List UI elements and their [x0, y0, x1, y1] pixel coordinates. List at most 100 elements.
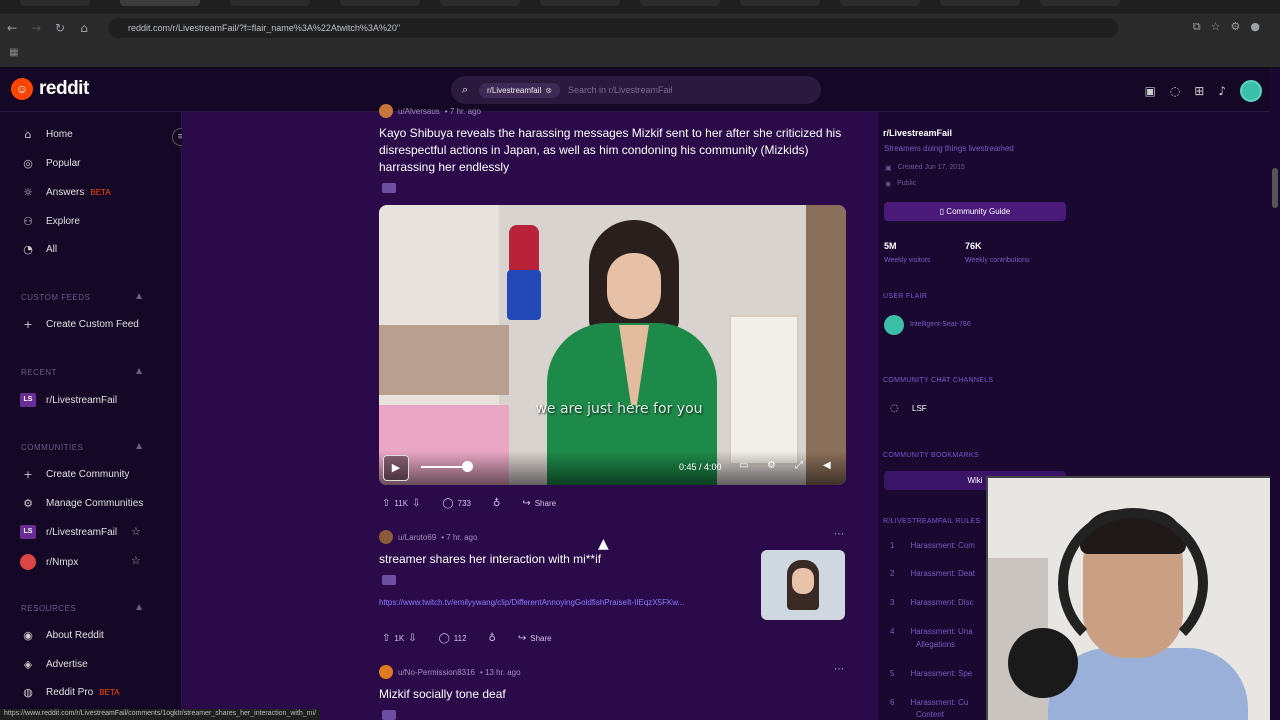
forward-icon[interactable]: → [24, 21, 48, 35]
browser-tab[interactable] [740, 0, 820, 6]
downvote-icon[interactable]: ⇩ [408, 633, 416, 644]
search-community-chip[interactable]: r/Livestreamfail ⊗ [479, 82, 560, 98]
create-custom-feed[interactable]: + Create Custom Feed [20, 318, 138, 331]
create-community[interactable]: + Create Community [20, 468, 129, 481]
back-icon[interactable]: ← [0, 21, 24, 35]
post-flair[interactable] [382, 710, 396, 720]
custom-feeds-heading[interactable]: CUSTOM FEEDS [21, 293, 90, 302]
sidebar-item-answers[interactable]: ☼ Answers BETA [20, 186, 111, 199]
reddit-logo[interactable]: ☺ reddit [11, 78, 89, 100]
upvote-icon[interactable]: ⇧ [382, 633, 390, 644]
notifications-icon[interactable]: ♪ [1218, 84, 1226, 98]
chevron-up-icon[interactable]: ▲ [136, 366, 142, 375]
video-player[interactable]: we are just here for you ▶ 0:45 / 4:00 ▭… [379, 205, 846, 485]
post-flair[interactable] [382, 183, 396, 193]
more-options-icon[interactable]: ⋯ [834, 529, 844, 540]
url-field[interactable]: reddit.com/r/LivestreamFail/?f=flair_nam… [108, 18, 1118, 38]
fullscreen-icon[interactable]: ⤢ [795, 460, 803, 471]
install-icon[interactable]: ⧉ [1193, 20, 1201, 34]
about-reddit[interactable]: ◉ About Reddit [20, 629, 104, 642]
play-icon[interactable]: ▶ [383, 455, 409, 481]
slider-handle[interactable] [462, 461, 473, 472]
favorite-star-icon[interactable]: ☆ [131, 554, 141, 567]
chip-close-icon[interactable]: ⊗ [545, 86, 552, 95]
page-scrollbar[interactable] [1270, 68, 1280, 720]
rule-item[interactable]: 4 Harassment: Una [890, 627, 973, 636]
sidebar-item-popular[interactable]: ◎ Popular [20, 157, 80, 170]
ads-icon[interactable]: ▣ [1144, 84, 1155, 98]
rule-item[interactable]: 5 Harassment: Spe [890, 669, 972, 678]
browser-tab[interactable] [440, 0, 520, 6]
scrollbar-thumb[interactable] [1272, 168, 1278, 208]
post-flair[interactable] [382, 575, 396, 585]
manage-communities[interactable]: ⚙ Manage Communities [20, 497, 143, 510]
rule-item[interactable]: 3 Harassment: Disc [890, 598, 974, 607]
rule-item[interactable]: 2 Harassment: Deat [890, 569, 975, 578]
recent-heading[interactable]: RECENT [21, 368, 57, 377]
user-flair-name[interactable]: Intelligent-Seat-786 [910, 321, 971, 328]
extensions-icon[interactable]: ⚙ [1231, 20, 1241, 34]
home-browser-icon[interactable]: ⌂ [72, 21, 96, 35]
advertise[interactable]: ◈ Advertise [20, 658, 88, 671]
vote-group: ⇧ 11K ⇩ [382, 498, 420, 509]
sidebar-item-all[interactable]: ◔ All [20, 243, 57, 256]
sidebar-item-community-nmpx[interactable]: r/Nmpx [20, 554, 78, 570]
captions-icon[interactable]: ▭ [739, 460, 748, 471]
post-author[interactable]: u/Alversaus • 7 hr. ago [379, 104, 481, 118]
comments-button[interactable]: ◯ 733 [442, 498, 471, 509]
post-link[interactable]: https://www.twitch.tv/emilyywang/clip/Di… [379, 598, 754, 607]
apps-icon[interactable]: ▦ [9, 47, 18, 58]
comments-button[interactable]: ◯ 112 [439, 633, 467, 644]
reddit-pro[interactable]: ◍ Reddit Pro BETA [20, 686, 119, 699]
browser-tab[interactable] [940, 0, 1020, 6]
chevron-up-icon[interactable]: ▲ [136, 602, 142, 611]
post-username[interactable]: u/Alversaus [398, 107, 440, 116]
browser-tab-active[interactable] [120, 0, 200, 6]
community-guide-button[interactable]: ▯ Community Guide [884, 202, 1066, 221]
sidebar-item-community-lsf[interactable]: LS r/LivestreamFail [20, 525, 117, 539]
browser-tab[interactable] [840, 0, 920, 6]
chat-icon[interactable]: ◌ [1170, 84, 1180, 98]
browser-tab[interactable] [340, 0, 420, 6]
chat-channel-name[interactable]: LSF [912, 404, 927, 413]
sidebar-item-recent-lsf[interactable]: LS r/LivestreamFail [20, 393, 117, 407]
post-title[interactable]: streamer shares her interaction with mi*… [379, 551, 749, 568]
create-post-icon[interactable]: ⊞ [1194, 84, 1204, 98]
user-avatar[interactable] [1240, 80, 1262, 102]
upvote-icon[interactable]: ⇧ [382, 498, 390, 509]
search-input[interactable]: Search in r/LivestreamFail [568, 85, 673, 95]
post-author[interactable]: u/No-Permission8316 • 13 hr. ago [379, 665, 521, 679]
sidebar-item-home[interactable]: ⌂ Home [20, 128, 73, 141]
profile-icon[interactable]: ● [1250, 20, 1260, 34]
volume-icon[interactable]: ◀ [823, 460, 831, 471]
award-button[interactable]: ♁ [493, 498, 500, 509]
chevron-up-icon[interactable]: ▲ [136, 291, 142, 300]
browser-tab[interactable] [540, 0, 620, 6]
browser-tab[interactable] [1040, 0, 1120, 6]
more-options-icon[interactable]: ⋯ [834, 664, 844, 675]
communities-heading[interactable]: COMMUNITIES [21, 443, 83, 452]
reload-icon[interactable]: ↻ [48, 21, 72, 35]
search-bar[interactable]: ⌕ r/Livestreamfail ⊗ Search in r/Livestre… [451, 76, 821, 104]
chevron-up-icon[interactable]: ▲ [136, 441, 142, 450]
resources-heading[interactable]: RESOURCES [21, 604, 76, 613]
browser-tab[interactable] [20, 0, 90, 6]
share-button[interactable]: ↪ Share [518, 633, 552, 644]
post-username[interactable]: u/Laruto69 [398, 533, 436, 542]
rule-item[interactable]: 6 Harassment: Cu [890, 698, 968, 707]
settings-icon[interactable]: ⚙ [767, 460, 776, 471]
post-thumbnail[interactable] [761, 550, 845, 620]
post-author[interactable]: u/Laruto69 • 7 hr. ago [379, 530, 477, 544]
rule-item[interactable]: 1 Harassment: Com [890, 541, 975, 550]
browser-tab[interactable] [230, 0, 310, 6]
award-button[interactable]: ♁ [489, 633, 496, 644]
browser-tab[interactable] [640, 0, 720, 6]
share-button[interactable]: ↪ Share [522, 498, 556, 509]
sidebar-item-explore[interactable]: ⚇ Explore [20, 215, 80, 228]
bookmark-star-icon[interactable]: ☆ [1211, 20, 1221, 34]
downvote-icon[interactable]: ⇩ [412, 498, 420, 509]
post-title[interactable]: Kayo Shibuya reveals the harassing messa… [379, 125, 849, 176]
favorite-star-icon[interactable]: ☆ [131, 525, 141, 538]
post-title[interactable]: Mizkif socially tone deaf [379, 686, 849, 703]
post-username[interactable]: u/No-Permission8316 [398, 668, 475, 677]
